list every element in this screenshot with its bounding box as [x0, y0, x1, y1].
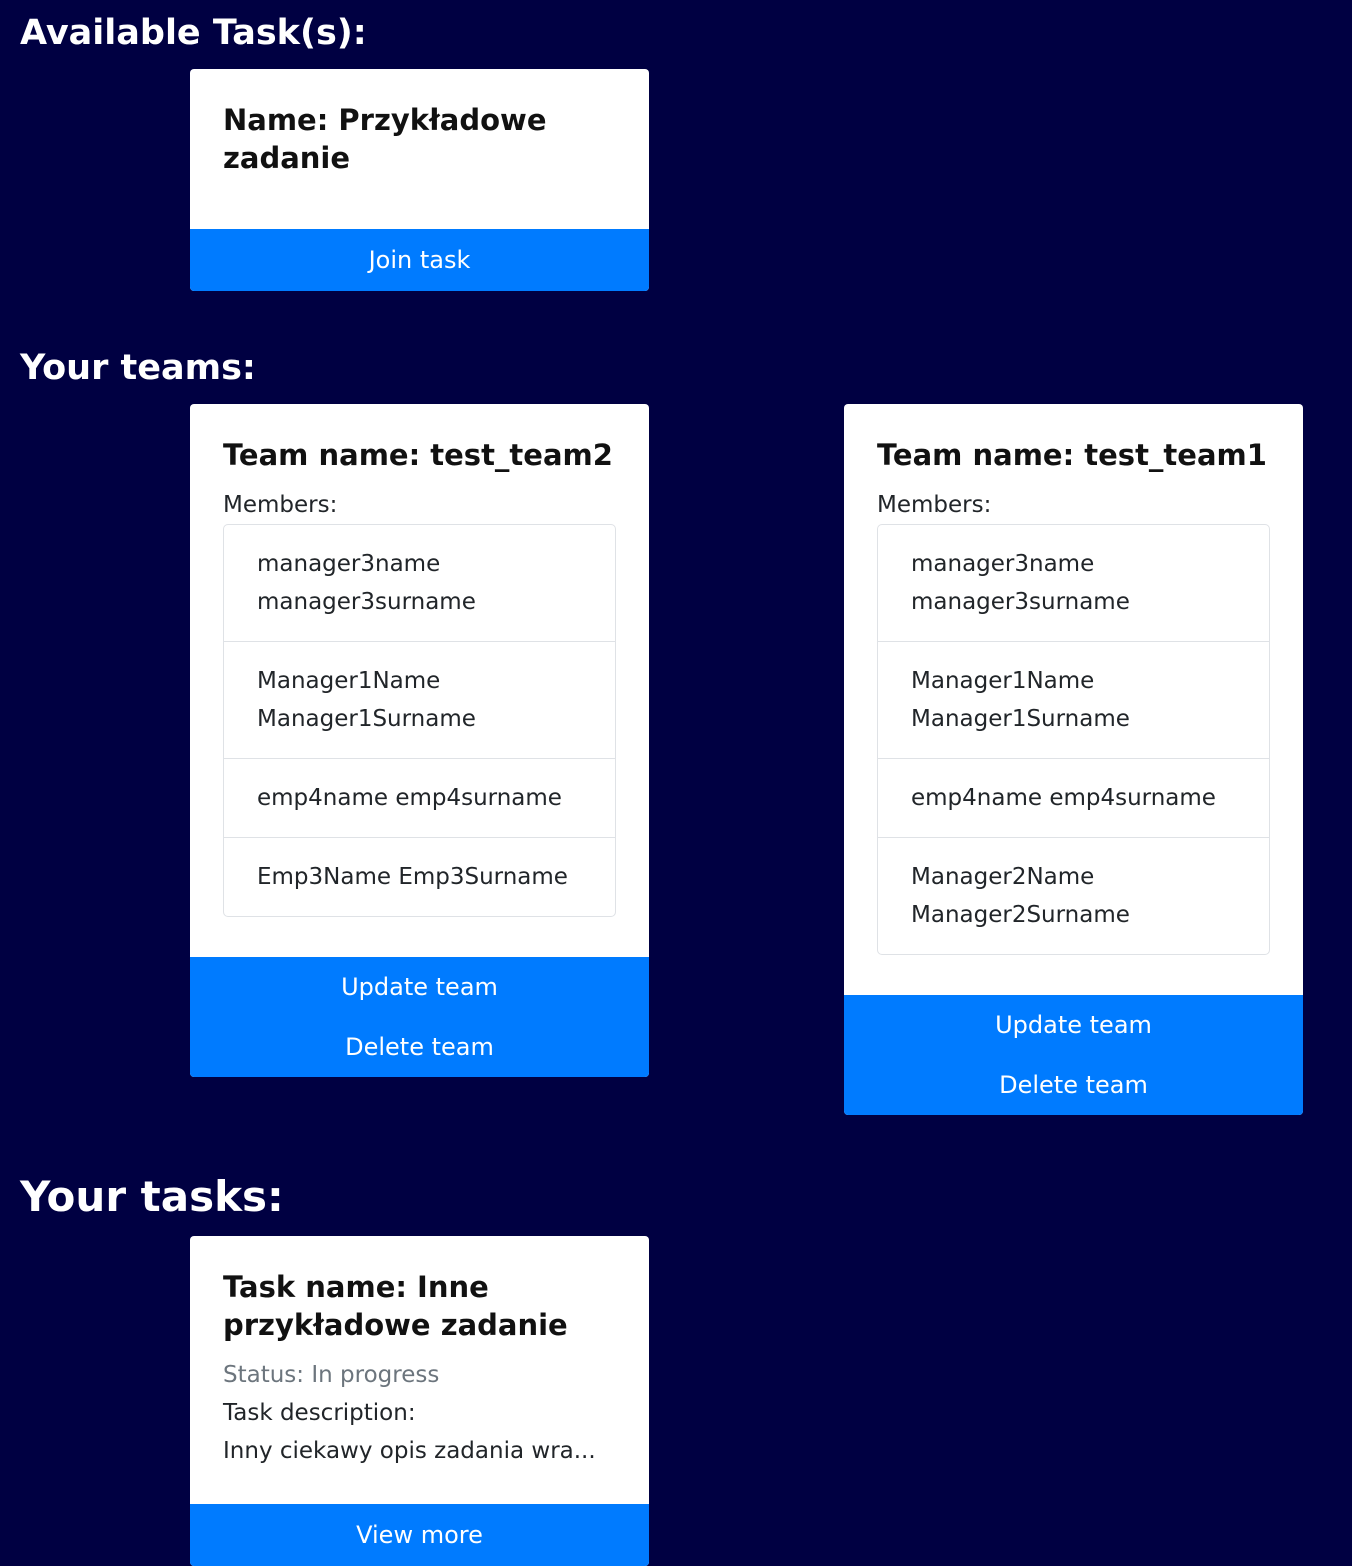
team-card-body: Team name: test_team1 Members: manager3n… — [844, 404, 1303, 987]
available-tasks-heading: Available Task(s): — [20, 13, 367, 53]
task-name: Task name: Inne przykładowe zadanie — [223, 1270, 568, 1342]
member-item: emp4name emp4surname — [224, 758, 615, 837]
your-task-card-body: Task name: Inne przykładowe zadanie Stat… — [190, 1236, 649, 1502]
update-team-button[interactable]: Update team — [190, 957, 649, 1017]
member-item: Manager2Name Manager2Surname — [878, 837, 1269, 954]
task-description-label: Task description: — [223, 1400, 416, 1426]
your-teams-heading: Your teams: — [20, 348, 256, 388]
members-list: manager3name manager3surname Manager1Nam… — [223, 524, 616, 917]
task-description: Inny ciekawy opis zadania wra... — [223, 1438, 596, 1464]
members-label: Members: — [223, 492, 338, 518]
members-list: manager3name manager3surname Manager1Nam… — [877, 524, 1270, 955]
available-task-card-body: Name: Przykładowe zadanie — [190, 69, 649, 209]
available-task-name: Name: Przykładowe zadanie — [223, 103, 547, 175]
your-tasks-heading: Your tasks: — [20, 1172, 284, 1221]
team-name: Team name: test_team1 — [877, 438, 1267, 472]
team-card-test-team2: Team name: test_team2 Members: manager3n… — [190, 404, 649, 1077]
task-status: Status: In progress — [223, 1362, 440, 1388]
member-item: Emp3Name Emp3Surname — [224, 837, 615, 916]
join-task-button[interactable]: Join task — [190, 229, 649, 291]
team-name: Team name: test_team2 — [223, 438, 613, 472]
delete-team-button[interactable]: Delete team — [190, 1017, 649, 1077]
members-label: Members: — [877, 492, 992, 518]
team-card-body: Team name: test_team2 Members: manager3n… — [190, 404, 649, 949]
member-item: Manager1Name Manager1Surname — [878, 641, 1269, 758]
team-actions: Update team Delete team — [844, 995, 1303, 1115]
member-item: manager3name manager3surname — [257, 551, 476, 615]
team-actions: Update team Delete team — [190, 957, 649, 1077]
delete-team-button[interactable]: Delete team — [844, 1055, 1303, 1115]
update-team-button[interactable]: Update team — [844, 995, 1303, 1055]
member-item: Manager1Name Manager1Surname — [224, 641, 615, 758]
member-item: emp4name emp4surname — [878, 758, 1269, 837]
member-item: manager3name manager3surname — [911, 551, 1130, 615]
your-task-card: Task name: Inne przykładowe zadanie Stat… — [190, 1236, 649, 1566]
view-more-button[interactable]: View more — [190, 1504, 649, 1566]
available-task-card: Name: Przykładowe zadanie Join task — [190, 69, 649, 291]
team-card-test-team1: Team name: test_team1 Members: manager3n… — [844, 404, 1303, 1115]
